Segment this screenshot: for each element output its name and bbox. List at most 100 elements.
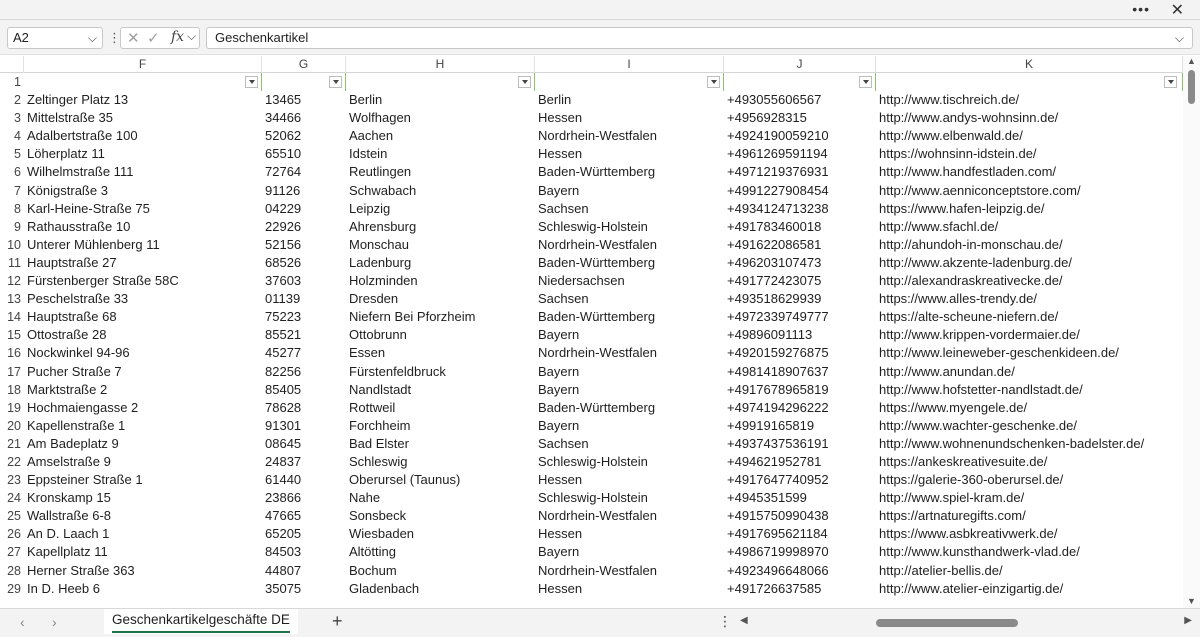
street-cell[interactable]: Nockwinkel 94-96 — [24, 344, 262, 363]
spreadsheet-grid[interactable]: F G H I J K 1 2 3 4 5 6 7 8 9 10 11 12 13 14 15 16 17 18… — [0, 56, 1183, 608]
row-header[interactable]: 14 — [0, 308, 24, 326]
website-cell[interactable]: http://www.atelier-einzigartig.de/ — [876, 579, 1183, 598]
state-cell[interactable]: Baden-Württemberg — [535, 163, 724, 182]
website-cell[interactable]: http://www.hofstetter-nandlstadt.de/ — [876, 380, 1183, 399]
row-header[interactable]: 23 — [0, 471, 24, 489]
phone-cell[interactable]: +4934124713238 — [724, 199, 876, 218]
website-cell[interactable]: https://www.myengele.de/ — [876, 398, 1183, 417]
chevron-down-icon[interactable]: ⌵ — [88, 28, 97, 48]
city-cell[interactable]: Aachen — [346, 127, 535, 146]
row-header[interactable]: 16 — [0, 344, 24, 362]
street-cell[interactable]: Pucher Straße 7 — [24, 362, 262, 381]
street-cell[interactable]: In D. Heeb 6 — [24, 579, 262, 598]
prev-sheet-icon[interactable]: ‹ — [20, 614, 25, 630]
street-cell[interactable]: Kapellenstraße 1 — [24, 416, 262, 435]
state-cell[interactable]: Baden-Württemberg — [535, 253, 724, 273]
close-icon[interactable]: ✕ — [1171, 0, 1184, 20]
state-cell[interactable]: Hessen — [535, 579, 724, 598]
row-header[interactable]: 19 — [0, 399, 24, 417]
city-cell[interactable]: Niefern Bei Pforzheim — [346, 308, 535, 327]
sheet-tab-active[interactable]: Geschenkartikelgeschäfte DE — [104, 609, 298, 634]
row-header[interactable]: 6 — [0, 163, 24, 181]
city-cell[interactable]: Bochum — [346, 561, 535, 580]
scroll-right-icon[interactable]: ▶ — [1184, 615, 1192, 626]
city-cell[interactable]: Monschau — [346, 235, 535, 254]
column-header-f[interactable]: F — [24, 56, 262, 73]
next-sheet-icon[interactable]: › — [52, 614, 57, 630]
city-cell[interactable]: Schwabach — [346, 181, 535, 200]
street-cell[interactable]: Peschelstraße 33 — [24, 290, 262, 309]
street-cell[interactable]: Wallstraße 6-8 — [24, 507, 262, 526]
website-cell[interactable]: https://www.hafen-leipzig.de/ — [876, 199, 1183, 218]
phone-cell[interactable]: +4924190059210 — [724, 127, 876, 146]
phone-cell[interactable]: +496203107473 — [724, 253, 876, 273]
phone-cell[interactable]: +4986719998970 — [724, 543, 876, 562]
phone-cell[interactable]: +4972339749777 — [724, 308, 876, 327]
horizontal-scroll-thumb[interactable] — [876, 619, 1018, 627]
row-header[interactable]: 15 — [0, 326, 24, 344]
website-cell[interactable]: http://www.wachter-geschenke.de/ — [876, 416, 1183, 435]
city-cell[interactable]: Essen — [346, 344, 535, 363]
plz-cell[interactable]: 85521 — [262, 326, 346, 345]
plz-cell[interactable]: 22926 — [262, 217, 346, 236]
city-cell[interactable]: Oberursel (Taunus) — [346, 471, 535, 490]
website-cell[interactable]: http://alexandraskreativecke.de/ — [876, 272, 1183, 291]
plz-cell[interactable]: 91301 — [262, 416, 346, 435]
street-cell[interactable]: Königstraße 3 — [24, 181, 262, 200]
street-cell[interactable]: Hauptstraße 27 — [24, 253, 262, 273]
plz-cell[interactable]: 44807 — [262, 561, 346, 580]
phone-cell[interactable]: +491726637585 — [724, 579, 876, 598]
street-cell[interactable]: Eppsteiner Straße 1 — [24, 471, 262, 490]
state-cell[interactable]: Bayern — [535, 416, 724, 435]
phone-cell[interactable]: +491772423075 — [724, 272, 876, 291]
website-cell[interactable]: http://www.sfachl.de/ — [876, 217, 1183, 236]
website-cell[interactable]: http://www.akzente-ladenburg.de/ — [876, 253, 1183, 273]
column-header-k[interactable]: K — [876, 56, 1183, 73]
state-cell[interactable]: Hessen — [535, 109, 724, 128]
row-header[interactable]: 10 — [0, 236, 24, 254]
phone-cell[interactable]: +4917695621184 — [724, 525, 876, 544]
city-cell[interactable]: Forchheim — [346, 416, 535, 435]
phone-cell[interactable]: +4974194296222 — [724, 398, 876, 417]
city-cell[interactable]: Sonsbeck — [346, 507, 535, 526]
row-header[interactable]: 9 — [0, 218, 24, 236]
state-cell[interactable]: Nordrhein-Westfalen — [535, 344, 724, 363]
state-cell[interactable]: Bayern — [535, 362, 724, 381]
vertical-dots-icon[interactable]: ⋮ — [718, 613, 732, 630]
phone-cell[interactable]: +4991227908454 — [724, 181, 876, 200]
street-cell[interactable]: Ottostraße 28 — [24, 326, 262, 345]
state-cell[interactable]: Niedersachsen — [535, 272, 724, 291]
row-header[interactable]: 1 — [0, 73, 24, 91]
phone-cell[interactable]: +493518629939 — [724, 290, 876, 309]
phone-cell[interactable]: +49896091113 — [724, 326, 876, 345]
state-cell[interactable]: Berlin — [535, 91, 724, 110]
street-cell[interactable]: Rathausstraße 10 — [24, 217, 262, 236]
state-cell[interactable]: Bayern — [535, 326, 724, 345]
city-cell[interactable]: Reutlingen — [346, 163, 535, 182]
website-cell[interactable]: https://www.asbkreativwerk.de/ — [876, 525, 1183, 544]
street-cell[interactable]: Unterer Mühlenberg 11 — [24, 235, 262, 254]
website-cell[interactable]: https://www.alles-trendy.de/ — [876, 290, 1183, 309]
plz-cell[interactable]: 84503 — [262, 543, 346, 562]
phone-cell[interactable]: +4917678965819 — [724, 380, 876, 399]
phone-cell[interactable]: +4961269591194 — [724, 145, 876, 164]
website-cell[interactable]: http://www.andys-wohnsinn.de/ — [876, 109, 1183, 128]
state-cell[interactable]: Bayern — [535, 380, 724, 399]
city-cell[interactable]: Ladenburg — [346, 253, 535, 273]
phone-cell[interactable]: +4945351599 — [724, 489, 876, 508]
city-cell[interactable]: Wolfhagen — [346, 109, 535, 128]
cancel-icon[interactable]: ✕ — [127, 29, 140, 47]
vertical-scrollbar[interactable]: ▲ ▼ — [1183, 56, 1200, 608]
row-header[interactable]: 27 — [0, 543, 24, 561]
phone-cell[interactable]: +4917647740952 — [724, 471, 876, 490]
state-cell[interactable]: Schleswig-Holstein — [535, 217, 724, 236]
filter-dropdown-icon[interactable] — [859, 76, 872, 88]
city-cell[interactable]: Altötting — [346, 543, 535, 562]
street-cell[interactable]: Adalbertstraße 100 — [24, 127, 262, 146]
plz-cell[interactable]: 34466 — [262, 109, 346, 128]
city-cell[interactable]: Wiesbaden — [346, 525, 535, 544]
state-cell[interactable]: Hessen — [535, 145, 724, 164]
phone-cell[interactable]: +4920159276875 — [724, 344, 876, 363]
filter-dropdown-icon[interactable] — [245, 76, 258, 88]
phone-cell[interactable]: +494621952781 — [724, 452, 876, 472]
